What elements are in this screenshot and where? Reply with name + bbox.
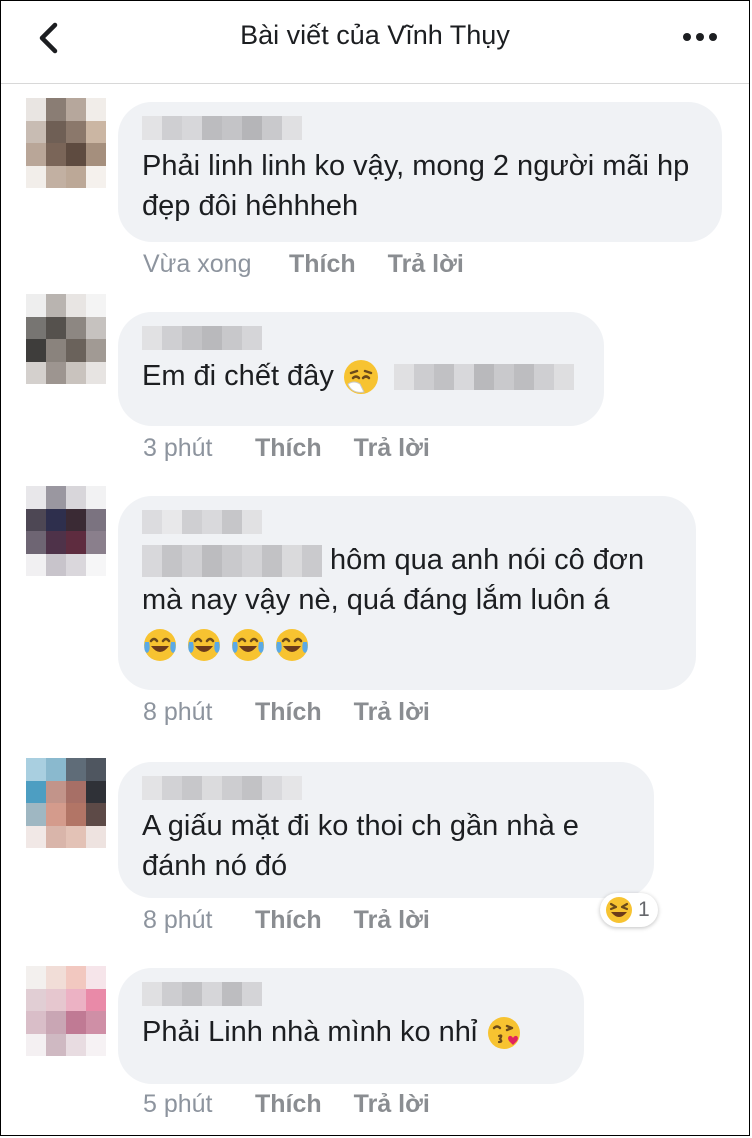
more-dots-icon — [683, 33, 717, 41]
more-options-button[interactable] — [681, 25, 721, 55]
blurred-tagged-name[interactable] — [142, 545, 322, 578]
reply-button[interactable]: Trả lời — [354, 698, 430, 727]
reply-button[interactable]: Trả lời — [354, 1090, 430, 1119]
blurred-tagged-name[interactable] — [393, 364, 574, 391]
reaction-badge[interactable]: 1 — [600, 893, 658, 927]
blurred-author-name[interactable] — [142, 116, 698, 140]
comment-bubble[interactable]: hôm qua anh nói cô đơn mà nay vậy nè, qu… — [118, 496, 696, 690]
comment-text: Phải Linh nhà mình ko nhỉ — [142, 1016, 478, 1048]
comment-bubble[interactable]: A giấu mặt đi ko thoi ch gần nhà e đánh … — [118, 762, 654, 898]
reply-button[interactable]: Trả lời — [388, 250, 464, 279]
reaction-count: 1 — [638, 898, 650, 921]
laughing-emoji — [606, 897, 632, 923]
sneezing-face-emoji — [343, 360, 378, 395]
comment-time: 5 phút — [143, 1090, 213, 1118]
avatar[interactable] — [26, 758, 106, 848]
tears-of-joy-emoji — [276, 629, 309, 662]
comment-text: Em đi chết đây — [142, 360, 334, 392]
reply-button[interactable]: Trả lời — [354, 906, 430, 935]
comment-text: Phải linh linh ko vậy, mong 2 người mãi … — [142, 150, 690, 222]
like-button[interactable]: Thích — [255, 1090, 322, 1119]
comment-meta: 8 phút Thích Trả lời — [143, 906, 462, 935]
page-title: Bài viết của Vĩnh Thụy — [240, 20, 510, 50]
comment-time: 3 phút — [143, 434, 213, 462]
comment-meta: 5 phút Thích Trả lời — [143, 1090, 462, 1119]
blurred-author-name[interactable] — [142, 982, 560, 1006]
comment-meta: Vừa xong Thích Trả lời — [143, 250, 496, 279]
blurred-author-name[interactable] — [142, 510, 672, 534]
comment-meta: 8 phút Thích Trả lời — [143, 698, 462, 727]
tears-of-joy-emoji — [188, 629, 221, 662]
comment-time: Vừa xong — [143, 250, 252, 278]
blurred-author-name[interactable] — [142, 326, 580, 350]
comment-time: 8 phút — [143, 698, 213, 726]
kissing-heart-emoji — [488, 1017, 521, 1050]
top-bar: Bài viết của Vĩnh Thụy — [1, 1, 749, 84]
comment-meta: 3 phút Thích Trả lời — [143, 434, 462, 463]
like-button[interactable]: Thích — [255, 906, 322, 935]
emoji-row — [142, 624, 672, 664]
comment-bubble[interactable]: Em đi chết đây — [118, 312, 604, 426]
reply-button[interactable]: Trả lời — [354, 434, 430, 463]
avatar[interactable] — [26, 486, 106, 576]
comment-bubble[interactable]: Phải Linh nhà mình ko nhỉ — [118, 968, 584, 1084]
comment-time: 8 phút — [143, 906, 213, 934]
tears-of-joy-emoji — [144, 629, 176, 662]
blurred-author-name[interactable] — [142, 776, 630, 800]
avatar[interactable] — [26, 294, 106, 384]
avatar[interactable] — [26, 966, 106, 1056]
like-button[interactable]: Thích — [289, 250, 356, 279]
avatar[interactable] — [26, 98, 106, 188]
comment-bubble[interactable]: Phải linh linh ko vậy, mong 2 người mãi … — [118, 102, 722, 242]
tears-of-joy-emoji — [232, 629, 265, 662]
like-button[interactable]: Thích — [255, 698, 322, 727]
comment-text: A giấu mặt đi ko thoi ch gần nhà e đánh … — [142, 810, 579, 882]
like-button[interactable]: Thích — [255, 434, 322, 463]
